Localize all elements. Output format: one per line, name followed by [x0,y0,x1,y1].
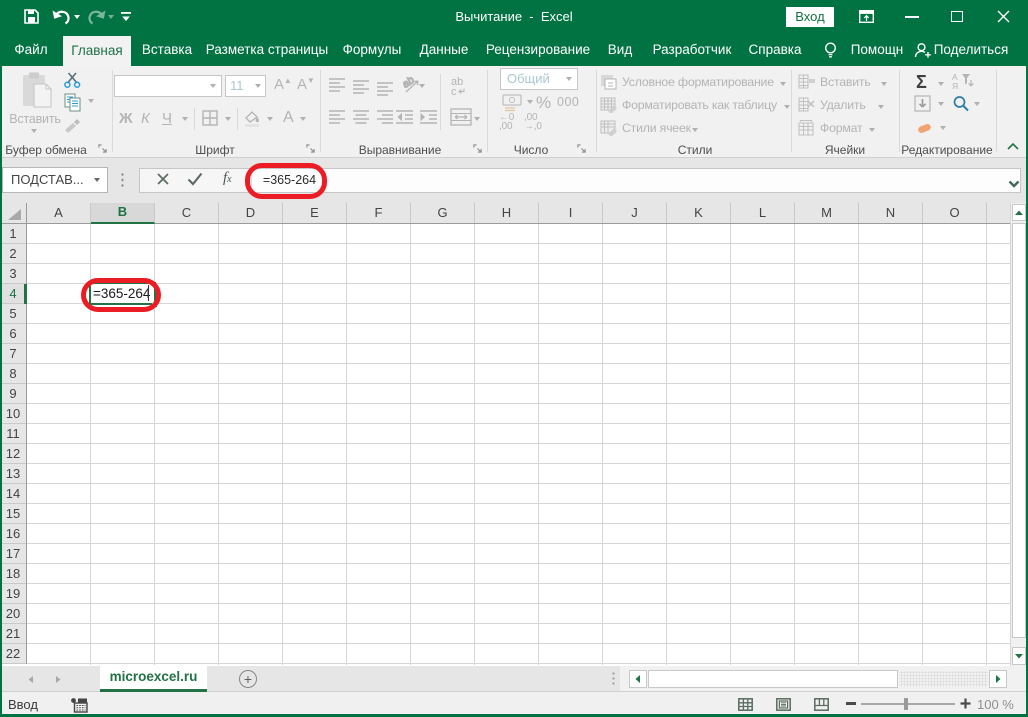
svg-text:Я: Я [952,81,958,90]
svg-text:c: c [451,86,457,98]
